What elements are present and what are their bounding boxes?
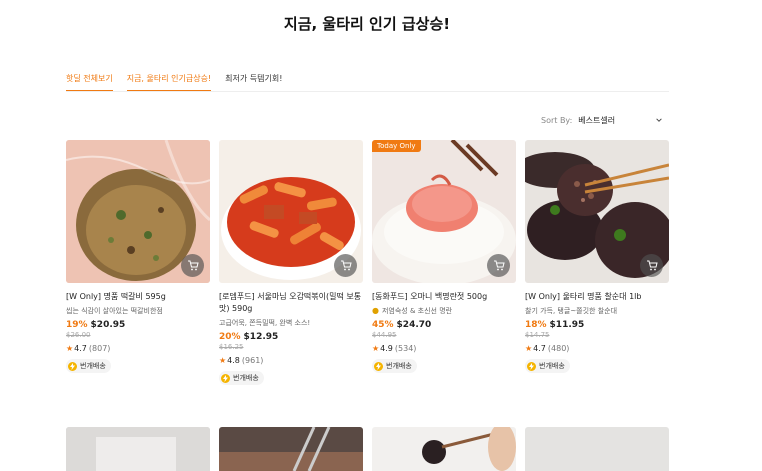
cart-icon: [187, 260, 199, 271]
sort-dropdown[interactable]: Sort By: 베스트셀러: [541, 114, 663, 126]
product-desc: 찰기 가득, 탱글~쫄깃한 찰순대: [525, 307, 618, 315]
shipping-badge: 번개배송: [525, 359, 570, 373]
product-desc: 씹는 식감이 살아있는 떡갈비한점: [66, 307, 163, 315]
package-image: [66, 427, 210, 471]
sale-price: $20.95: [90, 320, 126, 330]
lightning-icon: [527, 361, 536, 371]
original-price: $44.95: [372, 331, 397, 339]
discount-rate: 19%: [66, 320, 88, 330]
lightning-icon: [374, 361, 383, 371]
rating-value: 4.9: [380, 344, 393, 353]
rating-value: 4.7: [533, 344, 546, 353]
review-count: (961): [241, 356, 264, 365]
rating: ★ 4.8 (961): [219, 355, 363, 366]
category-tabs: 핫딜 전체보기 지금, 울타리 인기급상승! 최저가 득템기회!: [66, 73, 669, 92]
rating: ★ 4.7 (480): [525, 343, 669, 354]
rating: ★ 4.7 (807): [66, 343, 210, 354]
shipping-label: 번개배송: [539, 362, 565, 370]
page-title: 지금, 울타리 인기 급상승!: [283, 15, 451, 33]
sale-price: $24.70: [396, 320, 432, 330]
star-icon: ★: [525, 344, 533, 353]
discount-rate: 18%: [525, 320, 547, 330]
product-card[interactable]: Today Only [동화푸드] 오마니 백명란젓 500g ● 저염숙성 & …: [372, 140, 516, 374]
star-icon: ★: [372, 344, 380, 353]
shipping-label: 번개배송: [80, 362, 106, 370]
shipping-badge: 번개배송: [372, 359, 417, 373]
product-name[interactable]: [동화푸드] 오마니 백명란젓 500g: [372, 291, 516, 303]
product-desc: ● 저염숙성 & 초신선 명란: [372, 306, 516, 316]
grill-image: [219, 427, 363, 471]
rating: ★ 4.9 (534): [372, 343, 516, 354]
today-only-badge: Today Only: [372, 140, 421, 152]
original-price: $26.00: [66, 331, 91, 339]
product-card[interactable]: [W Only] 울타리 명품 찰순대 1lb 찰기 가득, 탱글~쫄깃한 찰순…: [525, 140, 669, 374]
cart-icon: [646, 260, 658, 271]
sale-price: $12.95: [243, 332, 279, 342]
rating-value: 4.8: [227, 356, 240, 365]
plain-product-image: [525, 427, 669, 471]
product-name[interactable]: [W Only] 명품 떡갈비 595g: [66, 291, 210, 303]
product-image[interactable]: [525, 140, 669, 283]
product-image[interactable]: [66, 427, 210, 471]
tab-all-hotdeals[interactable]: 핫딜 전체보기: [66, 73, 113, 91]
tab-lowest-price[interactable]: 최저가 득템기회!: [225, 73, 282, 91]
price-row: 45% $24.70: [372, 319, 516, 331]
discount-rate: 20%: [219, 332, 241, 342]
price-row: 18% $11.95: [525, 319, 669, 331]
shipping-label: 번개배송: [386, 362, 412, 370]
sort-value: 베스트셀러: [578, 115, 616, 125]
price-row: 20% $12.95: [219, 331, 363, 343]
cart-icon: [340, 260, 352, 271]
product-card[interactable]: [로뎀푸드] 서울마님 오감떡볶이(밀떡 보통맛) 590g 고급어묵, 쫀득밀…: [219, 140, 363, 386]
rating-value: 4.7: [74, 344, 87, 353]
add-to-cart-button[interactable]: [640, 254, 663, 277]
review-count: (807): [88, 344, 111, 353]
product-image[interactable]: [66, 140, 210, 283]
original-price: $14.75: [525, 331, 550, 339]
original-price: $16.25: [219, 343, 244, 351]
product-name[interactable]: [W Only] 울타리 명품 찰순대 1lb: [525, 291, 669, 303]
add-to-cart-button[interactable]: [334, 254, 357, 277]
discount-rate: 45%: [372, 320, 394, 330]
add-to-cart-button[interactable]: [487, 254, 510, 277]
shipping-badge: 번개배송: [219, 371, 264, 385]
review-count: (534): [394, 344, 417, 353]
add-to-cart-button[interactable]: [181, 254, 204, 277]
cart-icon: [493, 260, 505, 271]
shipping-badge: 번개배송: [66, 359, 111, 373]
price-row: 19% $20.95: [66, 319, 210, 331]
sale-price: $11.95: [549, 320, 585, 330]
tab-trending[interactable]: 지금, 울타리 인기급상승!: [126, 73, 212, 91]
lightning-icon: [221, 373, 230, 383]
chevron-down-icon: [656, 118, 662, 122]
star-icon: ★: [66, 344, 74, 353]
star-icon: ★: [219, 356, 227, 365]
product-desc: 고급어묵, 쫀득밀떡, 완벽 소스!: [219, 319, 311, 327]
product-image[interactable]: [219, 427, 363, 471]
sort-label: Sort By:: [541, 115, 573, 125]
product-card[interactable]: [W Only] 명품 떡갈비 595g 씹는 식감이 살아있는 떡갈비한점 1…: [66, 140, 210, 374]
product-image[interactable]: [372, 427, 516, 471]
lightning-icon: [68, 361, 77, 371]
product-desc-text: 저염숙성 & 초신선 명란: [381, 307, 453, 315]
review-count: (480): [547, 344, 570, 353]
shipping-label: 번개배송: [233, 374, 259, 382]
product-image[interactable]: [525, 427, 669, 471]
product-image[interactable]: [219, 140, 363, 283]
product-name[interactable]: [로뎀푸드] 서울마님 오감떡볶이(밀떡 보통맛) 590g: [219, 291, 363, 315]
product-image[interactable]: Today Only: [372, 140, 516, 283]
medal-icon: ●: [372, 306, 379, 315]
sundae-chopstick-image: [372, 427, 516, 471]
